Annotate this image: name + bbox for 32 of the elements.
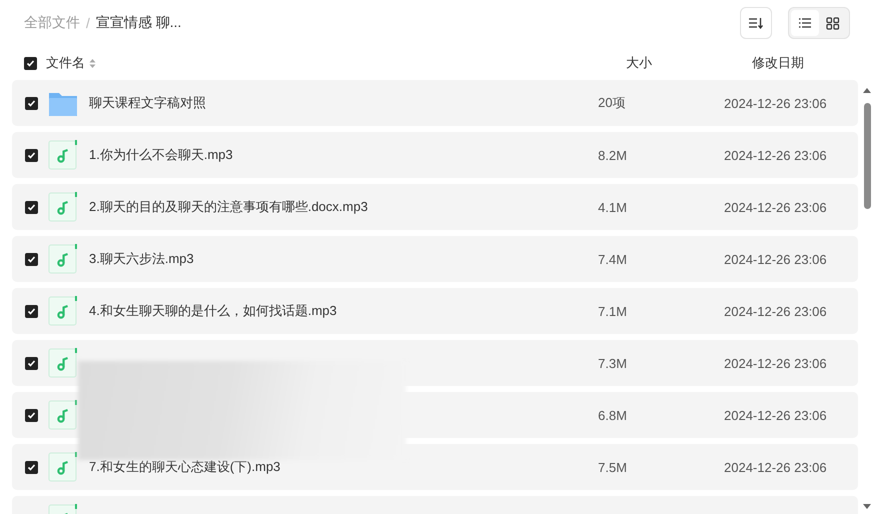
- file-size: 8.2M: [598, 148, 627, 162]
- file-row[interactable]: 2.聊天的目的及聊天的注意事项有哪些.docx.mp3 4.1M 2024-12-26 23:06: [12, 184, 858, 230]
- file-row[interactable]: 聊天课程文字稿对照 20项 2024-12-26 23:06: [12, 80, 858, 126]
- modified-date: 2024-12-26 23:06: [724, 408, 827, 422]
- column-header[interactable]: 修改日期: [752, 54, 804, 72]
- file-name: 2.聊天的目的及聊天的注意事项有哪些.docx.mp3: [89, 199, 368, 214]
- breadcrumb-separator: /: [86, 15, 90, 31]
- file-size: 7.3M: [598, 356, 627, 370]
- file-name: 1.你为什么不会聊天.mp3: [89, 147, 233, 162]
- column-header[interactable]: 大小: [626, 54, 752, 72]
- breadcrumb-item[interactable]: 宣宣情感 聊...: [96, 14, 182, 32]
- file-row[interactable]: 1.你为什么不会聊天.mp3 8.2M 2024-12-26 23:06: [12, 132, 858, 178]
- modified-date: 2024-12-26 23:06: [724, 460, 827, 474]
- modified-date: 2024-12-26 23:06: [724, 252, 827, 266]
- modified-date: 2024-12-26 23:06: [724, 356, 827, 370]
- file-name: 4.和女生聊天聊的是什么，如何找话题.mp3: [89, 303, 337, 318]
- modified-date: 2024-12-26 23:06: [724, 148, 827, 162]
- file-row[interactable]: 4.和女生聊天聊的是什么，如何找话题.mp3 7.1M 2024-12-26 23:06: [12, 288, 858, 334]
- modified-date: 2024-12-26 23:06: [724, 304, 827, 318]
- file-row[interactable]: 3.聊天六步法.mp3 7.4M 2024-12-26 23:06: [12, 236, 858, 282]
- file-size: 6.8M: [598, 408, 627, 422]
- file-size: 7.1M: [598, 304, 627, 318]
- file-size: 20项: [598, 95, 626, 110]
- file-name: 聊天课程文字稿对照: [89, 95, 206, 110]
- file-name: 7.和女生的聊天心态建设(下).mp3: [89, 459, 280, 474]
- file-size: 4.1M: [598, 200, 627, 214]
- modified-date: 2024-12-26 23:06: [724, 96, 827, 110]
- file-name: 3.聊天六步法.mp3: [89, 251, 194, 266]
- file-size: 7.4M: [598, 252, 627, 266]
- file-size: 7.5M: [598, 460, 627, 474]
- column-header[interactable]: 文件名: [46, 54, 85, 72]
- modified-date: 2024-12-26 23:06: [724, 200, 827, 214]
